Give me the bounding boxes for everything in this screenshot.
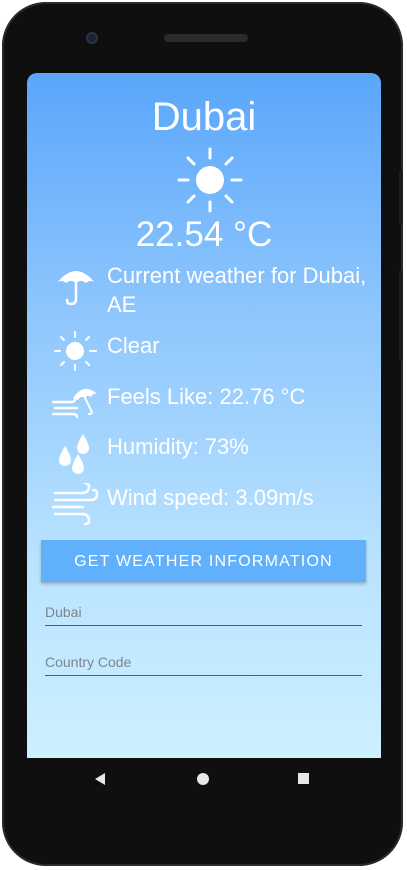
feels-like-text: Feels Like: 22.76 °C xyxy=(107,384,306,409)
temperature-readout: 22.54 °C xyxy=(135,215,273,254)
condition-text: Clear xyxy=(107,333,160,358)
humidity-text: Humidity: 73% xyxy=(107,434,249,459)
power-button xyxy=(399,170,403,224)
front-camera xyxy=(86,32,98,44)
water-drops-icon xyxy=(59,434,89,474)
wind-umbrella-icon xyxy=(51,388,97,419)
condition-row: Clear xyxy=(51,331,367,377)
description-text: Current weather for Dubai, AE xyxy=(107,263,367,317)
sun-icon xyxy=(54,331,97,371)
feels-like-row: Feels Like: 22.76 °C xyxy=(51,382,367,428)
umbrella-icon xyxy=(57,271,95,306)
wind-icon xyxy=(51,483,99,526)
sun-icon xyxy=(177,147,243,213)
city-title: Dubai xyxy=(151,95,257,139)
city-field[interactable] xyxy=(45,599,362,626)
recent-apps-nav-icon[interactable] xyxy=(298,773,309,784)
app-screen: Dubai 22.54 °C Current weather for Dubai… xyxy=(27,73,381,758)
country-code-field[interactable] xyxy=(45,649,362,676)
home-nav-icon[interactable] xyxy=(197,773,209,785)
volume-button xyxy=(399,270,403,360)
back-nav-icon[interactable] xyxy=(95,773,105,785)
earpiece-speaker xyxy=(164,34,248,42)
city-input[interactable] xyxy=(45,599,362,625)
get-weather-button[interactable]: GET WEATHER INFORMATION xyxy=(41,540,366,582)
system-nav-bar xyxy=(27,758,381,800)
wind-speed-text: Wind speed: 3.09m/s xyxy=(107,485,314,510)
country-code-input[interactable] xyxy=(45,649,362,675)
humidity-row: Humidity: 73% xyxy=(51,432,367,478)
wind-row: Wind speed: 3.09m/s xyxy=(51,483,367,529)
description-row: Current weather for Dubai, AE xyxy=(51,261,367,319)
